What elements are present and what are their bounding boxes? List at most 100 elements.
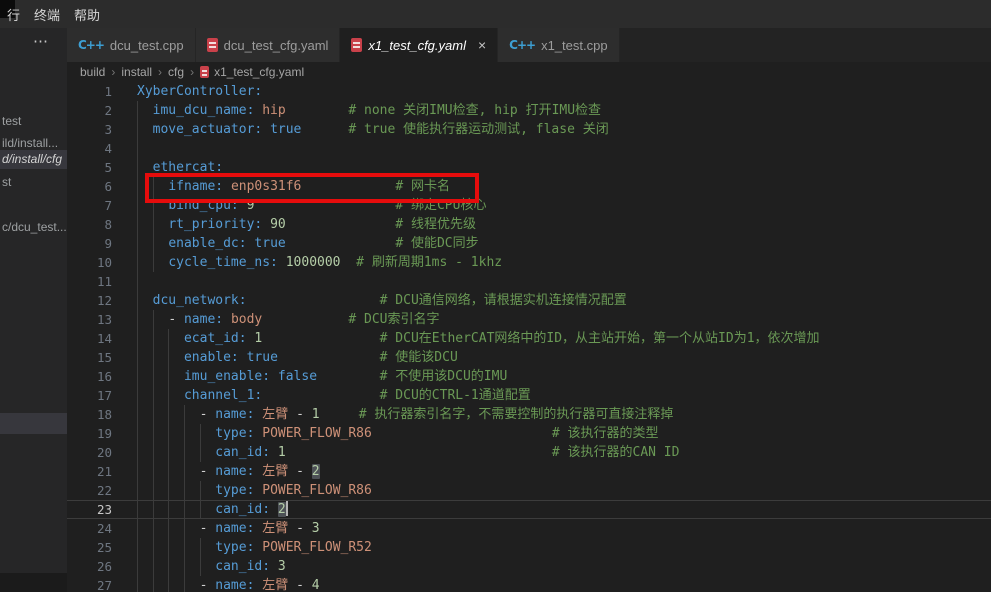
- indent-guide: [153, 557, 154, 576]
- code-token: name:: [215, 578, 254, 592]
- line-number: 3: [67, 120, 112, 139]
- tab-x1_test.cpp[interactable]: C++x1_test.cpp: [498, 28, 619, 62]
- code-token: 左臂: [262, 521, 288, 536]
- code-line[interactable]: 14 ecat_id: 1 # DCU在EtherCAT网络中的ID，从主站开始…: [67, 329, 991, 348]
- code-line[interactable]: 1XyberController:: [67, 82, 991, 101]
- code-line[interactable]: 2 imu_dcu_name: hip # none 关闭IMU检查, hip …: [67, 101, 991, 120]
- indent-guide: [200, 557, 201, 576]
- code-token: # 执行器索引名字，不需要控制的执行器可直接注释掉: [359, 407, 674, 422]
- code-line[interactable]: 18 - name: 左臂 - 1 # 执行器索引名字，不需要控制的执行器可直接…: [67, 405, 991, 424]
- code-line[interactable]: 19 type: POWER_FLOW_R86 # 该执行器的类型: [67, 424, 991, 443]
- tab-dcu_test.cpp[interactable]: C++dcu_test.cpp: [67, 28, 196, 62]
- tab-close-icon[interactable]: ×: [478, 38, 486, 52]
- indent-guide: [168, 405, 169, 424]
- line-number: 7: [67, 196, 112, 215]
- code-token: [137, 331, 184, 346]
- indent-guide: [184, 443, 185, 462]
- code-token: [270, 445, 278, 460]
- breadcrumb-file[interactable]: x1_test_cfg.yaml: [200, 65, 304, 79]
- code-line[interactable]: 11: [67, 272, 991, 291]
- breadcrumb-segment[interactable]: install: [121, 65, 152, 79]
- code-line[interactable]: 4: [67, 139, 991, 158]
- code-token: name:: [215, 464, 254, 479]
- code-token: 2: [312, 464, 320, 479]
- indent-guide: [168, 576, 169, 592]
- code-token: enp0s31f6: [231, 179, 301, 194]
- yaml-file-icon: [207, 38, 218, 52]
- code-line[interactable]: 20 can_id: 1 # 该执行器的CAN ID: [67, 443, 991, 462]
- line-number: 23: [67, 500, 112, 519]
- indent-guide: [184, 481, 185, 500]
- indent-guide: [137, 215, 138, 234]
- code-line[interactable]: 27 - name: 左臂 - 4: [67, 576, 991, 592]
- code-line[interactable]: 9 enable_dc: true # 使能DC同步: [67, 234, 991, 253]
- code-token: [320, 407, 359, 422]
- code-token: imu_enable:: [184, 369, 270, 384]
- indent-guide: [153, 348, 154, 367]
- code-line[interactable]: 17 channel_1: # DCU的CTRL-1通道配置: [67, 386, 991, 405]
- breadcrumb-segment[interactable]: cfg: [168, 65, 184, 79]
- tab-label: x1_test.cpp: [541, 38, 608, 53]
- indent-guide: [153, 310, 154, 329]
- code-line[interactable]: 7 bind_cpu: 9 # 绑定CPU核心: [67, 196, 991, 215]
- yaml-file-icon: [200, 66, 209, 78]
- workbench: ⋯ testild/install...d/install/cfgstc/dcu…: [0, 28, 991, 592]
- indent-guide: [168, 424, 169, 443]
- code-line[interactable]: 15 enable: true # 使能该DCU: [67, 348, 991, 367]
- breadcrumb-segment[interactable]: build: [80, 65, 105, 79]
- menu-item-0[interactable]: 行: [0, 3, 27, 26]
- code-line[interactable]: 26 can_id: 3: [67, 557, 991, 576]
- indent-guide: [184, 576, 185, 592]
- code-token: # 使能DC同步: [395, 236, 478, 251]
- indent-guide: [153, 538, 154, 557]
- code-line[interactable]: 8 rt_priority: 90 # 线程优先级: [67, 215, 991, 234]
- code-line[interactable]: 10 cycle_time_ns: 1000000 # 刷新周期1ms - 1k…: [67, 253, 991, 272]
- indent-guide: [137, 424, 138, 443]
- code-token: [278, 255, 286, 270]
- tab-x1_test_cfg.yaml[interactable]: x1_test_cfg.yaml×: [340, 28, 498, 62]
- sidebar-empty-selection-row[interactable]: [0, 413, 67, 434]
- code-token: name:: [215, 521, 254, 536]
- code-line[interactable]: 23 can_id: 2: [67, 500, 991, 519]
- code-line[interactable]: 24 - name: 左臂 - 3: [67, 519, 991, 538]
- sidebar-list-item[interactable]: c/dcu_test...: [0, 218, 67, 237]
- indent-guide: [153, 576, 154, 592]
- breadcrumb-separator-icon: ›: [111, 65, 115, 79]
- code-token: -: [288, 464, 311, 479]
- code-token: -: [288, 407, 311, 422]
- code-token: dcu_network:: [153, 293, 247, 308]
- sidebar-list-item[interactable]: d/install/cfg: [0, 150, 67, 169]
- code-line[interactable]: 5 ethercat:: [67, 158, 991, 177]
- code-line[interactable]: 22 type: POWER_FLOW_R86: [67, 481, 991, 500]
- code-line[interactable]: 16 imu_enable: false # 不使用该DCU的IMU: [67, 367, 991, 386]
- code-token: [317, 369, 380, 384]
- indent-guide: [168, 481, 169, 500]
- indent-guide: [137, 177, 138, 196]
- sidebar-list-item[interactable]: test: [0, 112, 67, 131]
- code-line[interactable]: 12 dcu_network: # DCU通信网络，请根据实机连接情况配置: [67, 291, 991, 310]
- more-actions-button[interactable]: ⋯: [33, 32, 49, 50]
- menu-item-1[interactable]: 终端: [27, 3, 67, 26]
- menu-item-2[interactable]: 帮助: [67, 3, 107, 26]
- tab-bar: C++dcu_test.cppdcu_test_cfg.yamlx1_test_…: [67, 28, 991, 62]
- code-token: # 绑定CPU核心: [395, 198, 486, 213]
- tab-dcu_test_cfg.yaml[interactable]: dcu_test_cfg.yaml: [196, 28, 341, 62]
- indent-guide: [168, 386, 169, 405]
- code-token: rt_priority:: [168, 217, 262, 232]
- sidebar-list-item[interactable]: st: [0, 173, 67, 192]
- code-line[interactable]: 21 - name: 左臂 - 2: [67, 462, 991, 481]
- code-line[interactable]: 25 type: POWER_FLOW_R52: [67, 538, 991, 557]
- code-editor[interactable]: 1XyberController:2 imu_dcu_name: hip # n…: [67, 82, 991, 592]
- code-token: -: [200, 464, 216, 479]
- indent-guide: [137, 272, 138, 291]
- code-line[interactable]: 13 - name: body # DCU索引名字: [67, 310, 991, 329]
- indent-guide: [137, 367, 138, 386]
- code-line[interactable]: 6 ifname: enp0s31f6 # 网卡名: [67, 177, 991, 196]
- code-line[interactable]: 3 move_actuator: true # true 使能执行器运动测试, …: [67, 120, 991, 139]
- code-token: POWER_FLOW_R86: [262, 426, 372, 441]
- tab-bar-empty-space: [620, 28, 991, 62]
- code-token: [286, 236, 396, 251]
- indent-guide: [200, 443, 201, 462]
- text-cursor: [286, 501, 288, 516]
- code-token: type:: [215, 483, 254, 498]
